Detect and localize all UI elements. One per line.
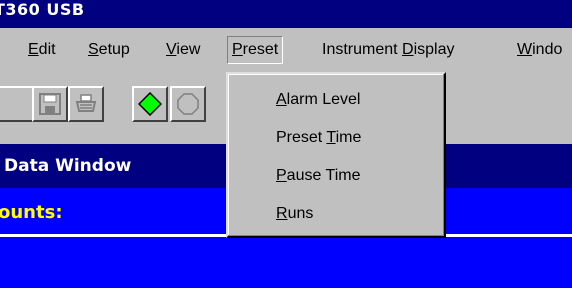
- toolbar-button-partial[interactable]: [0, 86, 34, 122]
- menu-item-pause-time[interactable]: Pause Time: [276, 163, 360, 189]
- print-button[interactable]: [68, 86, 104, 122]
- start-button[interactable]: [132, 86, 168, 122]
- app-title-bar: T360 USB: [0, 0, 572, 28]
- menu-bar: Edit Setup View Preset Instrument Displa…: [0, 28, 572, 72]
- menu-item-alarm-level[interactable]: Alarm Level: [276, 87, 360, 113]
- menu-setup[interactable]: Setup: [88, 37, 130, 63]
- app-title: T360 USB: [0, 0, 85, 19]
- menu-preset[interactable]: Preset: [227, 36, 284, 64]
- menu-item-preset-time[interactable]: Preset Time: [276, 125, 361, 151]
- print-icon: [75, 94, 97, 112]
- data-window-title: Data Window: [4, 156, 132, 176]
- counts-label: ounts:: [0, 202, 63, 223]
- menu-edit[interactable]: Edit: [28, 37, 56, 63]
- stop-button[interactable]: [170, 86, 206, 122]
- stop-icon: [177, 93, 199, 115]
- menu-view[interactable]: View: [166, 37, 200, 63]
- preset-menu-dropdown: Alarm Level Preset Time Pause Time Runs: [226, 72, 446, 238]
- start-icon: [138, 92, 162, 116]
- menu-window[interactable]: Windo: [517, 37, 562, 63]
- save-icon: [39, 93, 61, 115]
- menu-instrument-display[interactable]: Instrument Display: [322, 37, 455, 63]
- menu-item-runs[interactable]: Runs: [276, 201, 313, 227]
- save-button[interactable]: [32, 86, 68, 122]
